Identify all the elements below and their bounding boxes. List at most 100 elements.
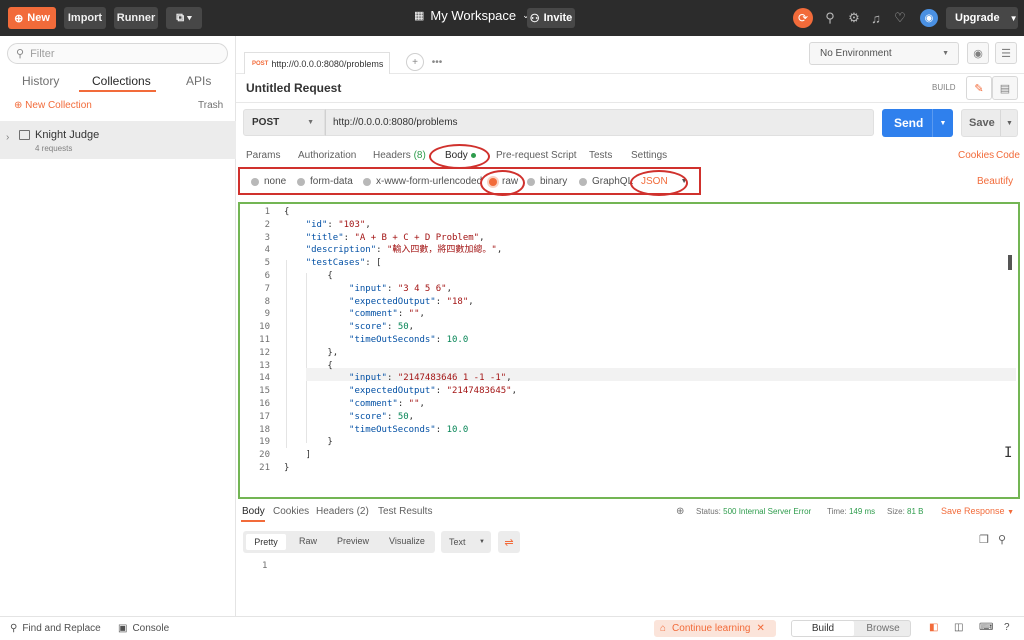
code-line[interactable]: }, bbox=[284, 347, 338, 360]
code-line[interactable]: } bbox=[284, 436, 332, 449]
new-button[interactable]: ⊕ New bbox=[8, 7, 56, 29]
avatar[interactable]: ◉ bbox=[920, 9, 938, 27]
console-button[interactable]: ▣ Console bbox=[118, 623, 169, 634]
radio-none[interactable]: none bbox=[251, 176, 286, 187]
gear-icon[interactable]: ⚙ bbox=[846, 10, 862, 26]
code-line[interactable]: "input": "2147483646 1 -1 -1", bbox=[284, 372, 512, 385]
two-pane-icon[interactable]: ◫ bbox=[954, 622, 963, 633]
new-collection-button[interactable]: ⊕ New Collection bbox=[14, 100, 92, 111]
response-format-select[interactable]: Text ▼ bbox=[441, 531, 491, 553]
trash-link[interactable]: Trash bbox=[198, 100, 223, 111]
tab-params[interactable]: Params bbox=[246, 150, 280, 161]
copy-icon[interactable]: ❐ bbox=[979, 533, 989, 546]
response-tab-headers[interactable]: Headers (2) bbox=[316, 506, 369, 517]
help-icon[interactable]: ? bbox=[1004, 622, 1010, 633]
view-raw[interactable]: Raw bbox=[299, 536, 317, 546]
view-pretty[interactable]: Pretty bbox=[246, 534, 286, 550]
save-response-button[interactable]: Save Response ▼ bbox=[941, 506, 1014, 516]
tab-tests[interactable]: Tests bbox=[589, 150, 612, 161]
environment-select[interactable]: No Environment ▼ bbox=[809, 42, 959, 65]
code-link[interactable]: Code bbox=[996, 150, 1020, 161]
view-visualize[interactable]: Visualize bbox=[389, 536, 425, 546]
tab-authorization[interactable]: Authorization bbox=[298, 150, 356, 161]
search-icon: ⚲ bbox=[10, 623, 18, 634]
comment-icon[interactable]: ▤ bbox=[992, 76, 1018, 100]
filter-input[interactable]: ⚲ Filter bbox=[7, 43, 228, 64]
response-tab-body[interactable]: Body bbox=[242, 506, 265, 517]
bootcamp-icon[interactable]: ◧ bbox=[929, 622, 938, 633]
find-replace-button[interactable]: ⚲ Find and Replace bbox=[10, 623, 101, 634]
sync-icon[interactable]: ⟳ bbox=[793, 8, 813, 28]
code-line[interactable]: "timeOutSeconds": 10.0 bbox=[284, 424, 468, 437]
code-editor[interactable]: I 1 {2 "id": "103", 3 "title": "A + B + C … bbox=[242, 205, 1017, 495]
heart-icon[interactable]: ♡ bbox=[892, 10, 908, 26]
request-tab[interactable]: POST http://0.0.0.0:8080/problems bbox=[244, 52, 390, 74]
workspace-selector[interactable]: ▦ My Workspace ⌄ bbox=[414, 8, 530, 23]
new-window-button[interactable]: ⧉ ▾ bbox=[166, 7, 202, 29]
keyboard-icon[interactable]: ⌨ bbox=[979, 622, 993, 633]
code-line[interactable]: "title": "A + B + C + D Problem", bbox=[284, 232, 485, 245]
code-line[interactable]: { bbox=[284, 360, 332, 373]
code-line[interactable]: ] bbox=[284, 449, 311, 462]
globe-icon[interactable]: ⊕ bbox=[676, 506, 684, 517]
radio-graphql[interactable]: GraphQL bbox=[579, 176, 633, 187]
response-tab-test-results[interactable]: Test Results bbox=[378, 506, 432, 517]
bell-icon[interactable]: ♫ bbox=[868, 10, 884, 26]
url-input[interactable]: http://0.0.0.0:8080/problems bbox=[325, 109, 874, 136]
tab-settings[interactable]: Settings bbox=[631, 150, 667, 161]
import-button[interactable]: Import bbox=[64, 7, 106, 29]
view-preview[interactable]: Preview bbox=[337, 536, 369, 546]
tab-headers[interactable]: Headers (8) bbox=[373, 150, 426, 161]
tab-collections[interactable]: Collections bbox=[92, 74, 151, 88]
editor-scrollbar[interactable] bbox=[1008, 255, 1012, 270]
search-icon[interactable]: ⚲ bbox=[998, 533, 1006, 546]
tab-history[interactable]: History bbox=[22, 74, 59, 88]
code-line[interactable]: "score": 50, bbox=[284, 321, 414, 334]
method-select[interactable]: POST ▼ bbox=[243, 109, 325, 136]
response-tab-cookies[interactable]: Cookies bbox=[273, 506, 309, 517]
invite-button[interactable]: ⚇ Invite bbox=[527, 8, 575, 28]
continue-learning-button[interactable]: ⌂ Continue learning ✕ bbox=[654, 620, 776, 637]
code-line[interactable]: "input": "3 4 5 6", bbox=[284, 283, 452, 296]
tab-prerequest-script[interactable]: Pre-request Script bbox=[496, 150, 577, 161]
code-line[interactable]: { bbox=[284, 206, 289, 219]
beautify-link[interactable]: Beautify bbox=[977, 176, 1013, 187]
build-mode-button[interactable]: Build bbox=[792, 621, 854, 636]
code-line[interactable]: "timeOutSeconds": 10.0 bbox=[284, 334, 468, 347]
upgrade-button[interactable]: Upgrade ▼ bbox=[946, 7, 1018, 29]
response-pane: Body Cookies Headers (2) Test Results ⊕ … bbox=[236, 500, 1024, 616]
response-size: Size: 81 B bbox=[887, 507, 924, 516]
code-line[interactable]: "score": 50, bbox=[284, 411, 414, 424]
line-number: 17 bbox=[259, 411, 270, 422]
cookies-link[interactable]: Cookies bbox=[958, 150, 994, 161]
radio-urlencoded[interactable]: x-www-form-urlencoded bbox=[363, 176, 482, 187]
title-divider bbox=[236, 102, 1024, 103]
code-line[interactable]: "id": "103", bbox=[284, 219, 371, 232]
more-tabs-icon[interactable]: ••• bbox=[428, 53, 446, 71]
code-line[interactable]: { bbox=[284, 270, 332, 283]
code-line[interactable]: "expectedOutput": "2147483645", bbox=[284, 385, 517, 398]
radio-form-data[interactable]: form-data bbox=[297, 176, 353, 187]
collection-item[interactable]: › Knight Judge 4 requests bbox=[0, 121, 236, 159]
eye-icon[interactable]: ◉ bbox=[967, 42, 989, 64]
radio-binary[interactable]: binary bbox=[527, 176, 567, 187]
code-line[interactable]: } bbox=[284, 462, 289, 475]
browse-mode-button[interactable]: Browse bbox=[854, 621, 912, 636]
wrap-lines-icon[interactable]: ⇌ bbox=[498, 531, 520, 553]
settings-sliders-icon[interactable]: ☰ bbox=[995, 42, 1017, 64]
send-button[interactable]: Send ▼ bbox=[882, 109, 953, 137]
grid-icon: ▦ bbox=[414, 10, 425, 22]
runner-button[interactable]: Runner bbox=[114, 7, 158, 29]
code-line[interactable]: "comment": "", bbox=[284, 398, 425, 411]
satellite-icon[interactable]: ⚲ bbox=[822, 10, 838, 26]
code-line[interactable]: "description": "輸入四數，將四數加總。", bbox=[284, 244, 503, 257]
tab-apis[interactable]: APIs bbox=[186, 74, 211, 88]
mode-toggle: Build Browse bbox=[791, 620, 911, 637]
save-button[interactable]: Save ▼ bbox=[961, 109, 1018, 137]
code-line[interactable]: "expectedOutput": "18", bbox=[284, 296, 474, 309]
code-line[interactable]: "testCases": [ bbox=[284, 257, 382, 270]
add-tab-button[interactable]: + bbox=[406, 53, 424, 71]
close-icon: ✕ bbox=[756, 623, 765, 634]
code-line[interactable]: "comment": "", bbox=[284, 308, 425, 321]
edit-icon[interactable]: ✎ bbox=[966, 76, 992, 100]
